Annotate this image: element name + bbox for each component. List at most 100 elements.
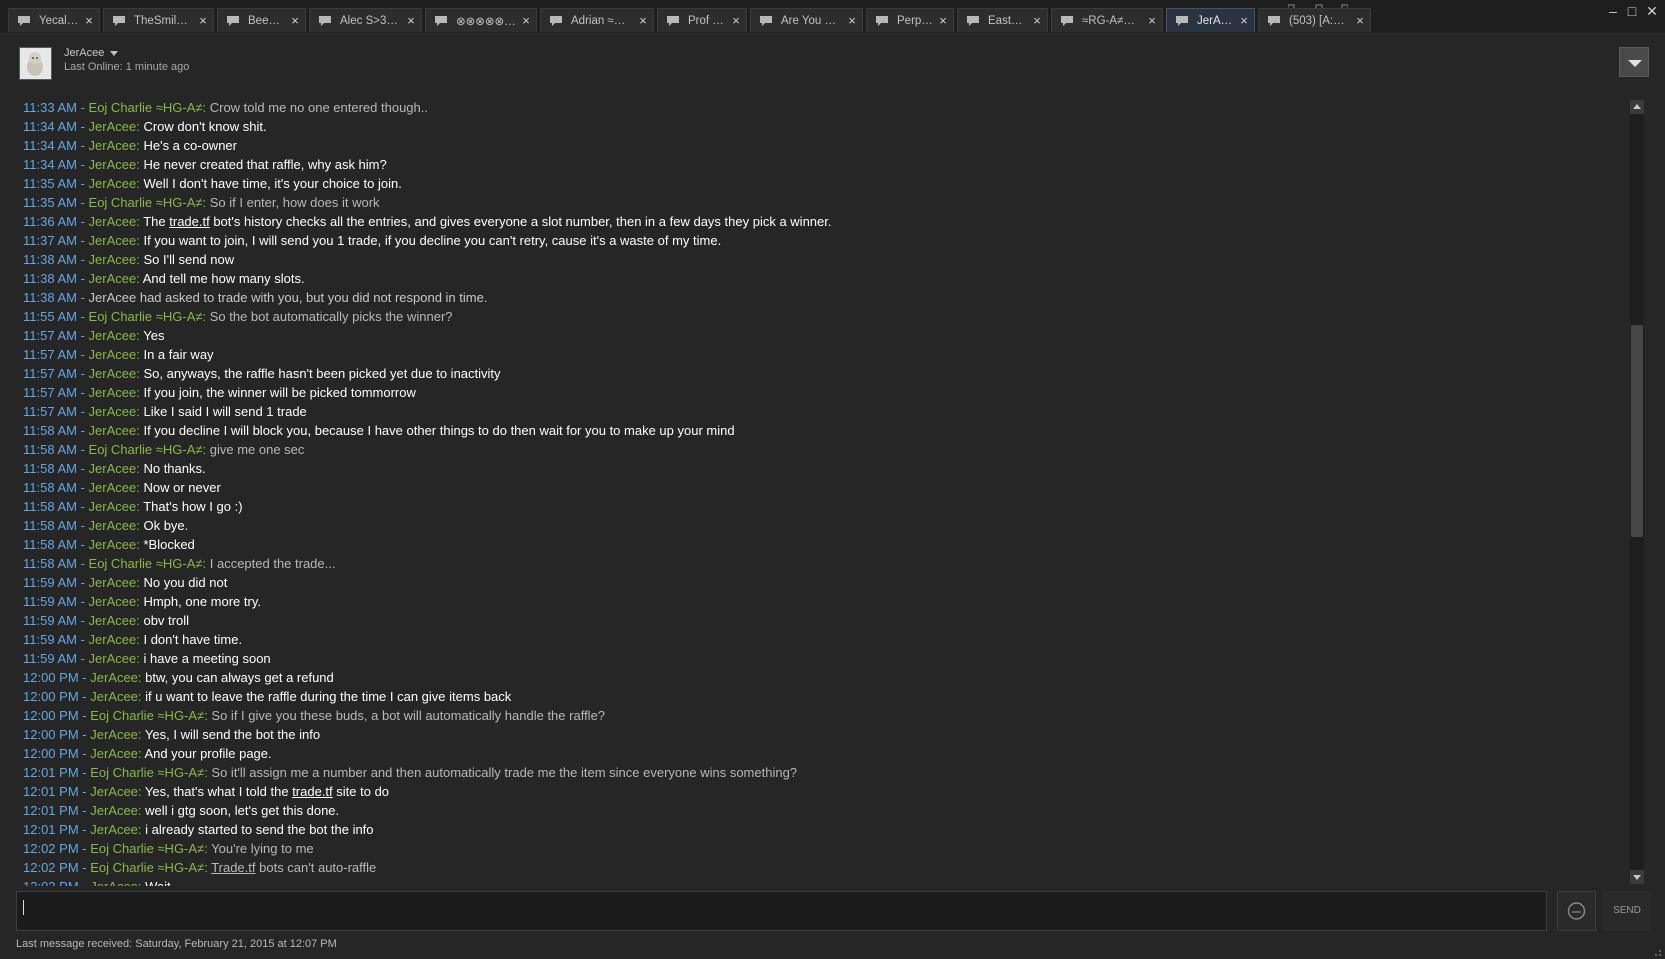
tab-label: Adrian ≈HG-... [571,14,633,27]
message-text: So if I give you these buds, a bot will … [211,708,606,723]
message-link[interactable]: Trade.tf [211,860,255,875]
chat-message: 12:02 PM - JerAcee: Wait [23,877,1623,886]
message-text: Crow told me no one entered though.. [209,100,428,115]
close-tab-icon[interactable]: × [520,13,532,28]
scroll-up-arrow-icon[interactable] [1630,100,1644,114]
last-message-status: Last message received: Saturday, Februar… [16,938,337,950]
message-timestamp: 11:57 AM [23,328,77,343]
chat-message: 11:57 AM - JerAcee: In a fair way [23,347,214,362]
chat-tab[interactable]: (503) [A:R] Cy... × [1258,8,1371,32]
close-window-button[interactable]: ✕ [1643,3,1661,20]
message-text: And your profile page. [144,746,272,761]
chat-tab[interactable]: Yecalecky × [8,8,100,32]
chat-message: 11:58 AM - JerAcee: That's how I go :) [23,499,243,514]
chat-bubble-icon [760,15,772,26]
chat-message: 11:58 AM - Eoj Charlie ≈HG-A≠: I accepte… [23,556,336,571]
chat-tab[interactable]: Alec S>31 Un... × [309,8,422,32]
chat-tab[interactable]: EastLight × [957,8,1048,32]
message-text: No thanks. [143,461,206,476]
message-sender: JerAcee [88,404,137,419]
message-sender: JerAcee [88,518,137,533]
message-sender: JerAcee [88,138,137,153]
chat-tab[interactable]: Prof Laser × [657,8,747,32]
close-tab-icon[interactable]: × [730,13,742,28]
chat-message: 12:01 PM - JerAcee: well i gtg soon, let… [23,803,340,818]
chat-bubble-icon [667,15,679,26]
close-tab-icon[interactable]: × [846,13,858,28]
close-tab-icon[interactable]: × [1146,13,1158,28]
chat-tab[interactable]: Are You Sure?... × [750,8,863,32]
username-dropdown[interactable]: JerAcee [64,47,119,59]
message-text: You're lying to me [211,841,314,856]
chat-bubble-icon [1268,15,1280,26]
message-timestamp: 11:58 AM [23,518,77,533]
chat-message: 12:02 PM - Eoj Charlie ≈HG-A≠: Trade.tf … [23,860,377,875]
chat-bubble-icon [876,15,888,26]
message-text: I don't have time. [143,632,243,647]
message-sender: Eoj Charlie ≈HG-A≠ [88,556,203,571]
message-text: So I'll send now [143,252,235,267]
message-link[interactable]: trade.tf [292,784,332,799]
chat-bubble-icon [1061,15,1073,26]
close-tab-icon[interactable]: × [83,13,95,28]
chat-message: 11:34 AM - JerAcee: He never created tha… [23,157,387,172]
message-input[interactable] [16,891,1547,931]
close-tab-icon[interactable]: × [197,13,209,28]
message-text: i have a meeting soon [143,651,271,666]
close-tab-icon[interactable]: × [937,13,949,28]
message-sender: JerAcee [88,157,137,172]
message-timestamp: 11:34 AM [23,157,77,172]
message-sender: JerAcee [88,594,137,609]
chat-message: 12:00 PM - JerAcee: if u want to leave t… [23,689,512,704]
emoticon-button[interactable] [1557,891,1596,931]
message-timestamp: 12:01 PM [23,765,79,780]
message-sender: JerAcee [88,385,137,400]
message-sender: JerAcee [90,822,138,837]
message-timestamp: 11:59 AM [23,594,77,609]
chat-tab[interactable]: JerAcee × [1166,8,1255,32]
message-link[interactable]: trade.tf [169,214,209,229]
close-tab-icon[interactable]: × [1354,13,1366,28]
message-timestamp: 11:55 AM [23,309,77,324]
chat-message: 12:01 PM - Eoj Charlie ≈HG-A≠: So it'll … [23,765,798,780]
message-sender: JerAcee [88,613,137,628]
message-sender: Eoj Charlie ≈HG-A≠ [90,765,205,780]
close-tab-icon[interactable]: × [1031,13,1043,28]
send-button[interactable]: SEND [1603,891,1651,931]
message-text: Crow don't know shit. [143,119,267,134]
maximize-button[interactable]: □ [1623,3,1641,19]
tab-label: TheSmile ≈H... [134,14,193,27]
close-tab-icon[interactable]: × [405,13,417,28]
chat-message: 11:57 AM - JerAcee: If you join, the win… [23,385,416,400]
chat-bubble-icon [550,15,562,26]
minimize-button[interactable]: – [1604,3,1622,19]
chat-message: 11:59 AM - JerAcee: i have a meeting soo… [23,651,271,666]
close-tab-icon[interactable]: × [1238,13,1250,28]
chat-tab[interactable]: Perp703 × [866,8,954,32]
message-sender: JerAcee [88,271,137,286]
chat-message: 11:59 AM - JerAcee: No you did not [23,575,228,590]
chat-message: 11:34 AM - JerAcee: He's a co-owner [23,138,237,153]
message-timestamp: 11:57 AM [23,366,77,381]
chat-tab[interactable]: ≈RG-A≠Cro... × [1051,8,1163,32]
message-timestamp: 11:38 AM [23,271,77,286]
resize-grip-icon[interactable] [1650,945,1662,957]
message-sender: Eoj Charlie ≈HG-A≠ [88,100,203,115]
message-sender: JerAcee [88,537,137,552]
message-timestamp: 11:37 AM [23,233,77,248]
chat-scrollbar[interactable] [1630,100,1644,884]
chat-tab[interactable]: Adrian ≈HG-... × [540,8,654,32]
chat-tab[interactable]: ⊗⊗⊗⊗⊗ ... × [425,8,537,32]
close-tab-icon[interactable]: × [289,13,301,28]
message-sender: JerAcee [90,689,138,704]
close-tab-icon[interactable]: × [637,13,649,28]
scroll-down-arrow-icon[interactable] [1630,870,1644,884]
avatar[interactable] [19,47,52,80]
chat-options-button[interactable] [1619,47,1649,77]
message-text: Yes, I will send the bot the info [144,727,321,742]
chat-tab[interactable]: TheSmile ≈H... × [103,8,214,32]
scroll-thumb[interactable] [1631,325,1643,537]
chat-message: 11:36 AM - JerAcee: The trade.tf bot's h… [23,214,832,229]
chat-tab[interactable]: Beep Man × [217,8,306,32]
tab-label: Perp703 [897,14,933,27]
